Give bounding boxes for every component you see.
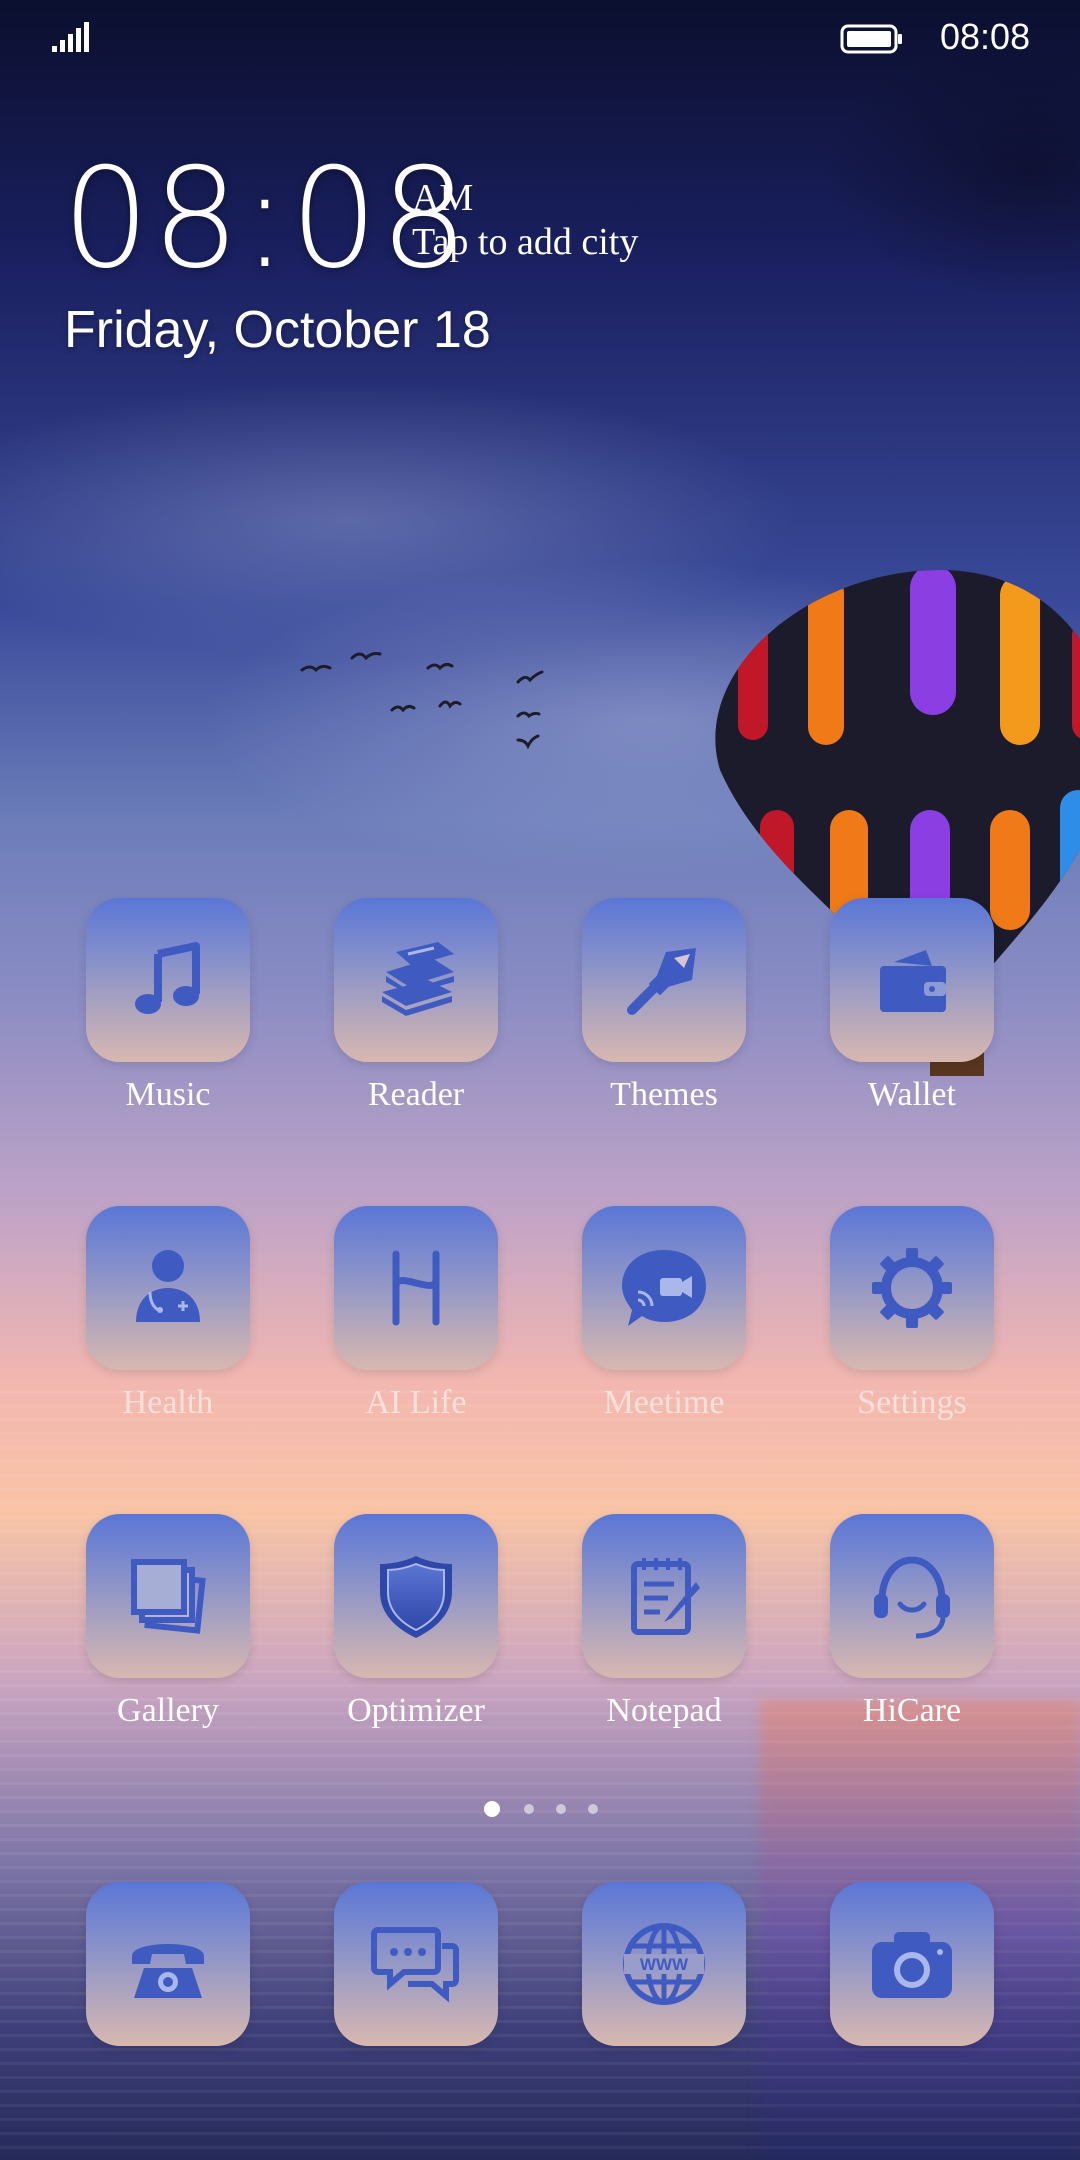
app-optimizer[interactable]: Optimizer bbox=[334, 1514, 498, 1730]
app-music-tile[interactable] bbox=[86, 898, 250, 1062]
video-chat-icon bbox=[622, 1250, 706, 1326]
shield-icon bbox=[380, 1556, 452, 1638]
app-themes[interactable]: Themes bbox=[582, 898, 746, 1114]
paintbrush-icon bbox=[627, 948, 696, 1015]
books-icon bbox=[382, 942, 454, 1016]
app-label: AI Life bbox=[365, 1384, 467, 1421]
app-gallery-tile[interactable] bbox=[86, 1514, 250, 1678]
app-label: Wallet bbox=[868, 1076, 956, 1113]
app-notepad-tile[interactable] bbox=[582, 1514, 746, 1678]
dock-camera[interactable] bbox=[830, 1882, 994, 2046]
dock-messages[interactable] bbox=[334, 1882, 498, 2046]
app-reader-tile[interactable] bbox=[334, 898, 498, 1062]
dock-phone-tile[interactable] bbox=[86, 1882, 250, 2046]
signal-bars-icon bbox=[52, 22, 89, 52]
app-gallery[interactable]: Gallery bbox=[86, 1514, 250, 1730]
app-settings[interactable]: Settings bbox=[830, 1206, 994, 1422]
dock-messages-tile[interactable] bbox=[334, 1882, 498, 2046]
status-bar: 08:08 bbox=[0, 0, 1080, 80]
app-label: Music bbox=[125, 1076, 211, 1113]
home-screen: 08:08 08:08 AM Tap to add city Friday, O… bbox=[0, 0, 1080, 2160]
app-notepad[interactable]: Notepad bbox=[582, 1514, 746, 1730]
birds-silhouette bbox=[300, 652, 544, 750]
page-dot[interactable] bbox=[524, 1804, 534, 1814]
music-note-icon bbox=[135, 942, 200, 1014]
app-label: HiCare bbox=[862, 1692, 962, 1729]
app-label: Themes bbox=[610, 1076, 718, 1113]
app-label: Notepad bbox=[606, 1692, 722, 1729]
app-reader[interactable]: Reader bbox=[334, 898, 498, 1114]
gear-icon bbox=[872, 1248, 952, 1328]
app-health[interactable]: Health bbox=[86, 1206, 250, 1422]
app-wallet[interactable]: Wallet bbox=[830, 898, 994, 1114]
app-label: Settings bbox=[857, 1384, 967, 1421]
app-hicare-tile[interactable] bbox=[830, 1514, 994, 1678]
app-settings-tile[interactable] bbox=[830, 1206, 994, 1370]
clock-date[interactable]: Friday, October 18 bbox=[64, 300, 491, 360]
app-optimizer-tile[interactable] bbox=[334, 1514, 498, 1678]
messages-icon bbox=[371, 1927, 459, 2003]
app-ai-life-tile[interactable] bbox=[334, 1206, 498, 1370]
wallet-icon bbox=[880, 950, 946, 1012]
phone-icon bbox=[132, 1944, 204, 1998]
browser-globe-icon: WWW bbox=[623, 1923, 705, 2005]
app-themes-tile[interactable] bbox=[582, 898, 746, 1062]
status-time: 08:08 bbox=[940, 16, 1031, 57]
app-label: Optimizer bbox=[347, 1692, 485, 1729]
photos-icon bbox=[131, 1559, 206, 1634]
notepad-icon bbox=[631, 1558, 700, 1635]
app-label: Meetime bbox=[603, 1384, 725, 1421]
app-label: Health bbox=[122, 1384, 214, 1421]
clock-time[interactable]: 08:08 bbox=[62, 150, 470, 288]
app-wallet-tile[interactable] bbox=[830, 898, 994, 1062]
weather-city-prompt[interactable]: Tap to add city bbox=[412, 220, 638, 264]
app-meetime[interactable]: Meetime bbox=[582, 1206, 746, 1422]
dock-camera-tile[interactable] bbox=[830, 1882, 994, 2046]
battery-full-icon bbox=[840, 24, 902, 54]
app-ai-life[interactable]: AI Life bbox=[334, 1206, 498, 1422]
app-hicare[interactable]: HiCare bbox=[830, 1514, 994, 1730]
app-health-tile[interactable] bbox=[86, 1206, 250, 1370]
dock-phone[interactable] bbox=[86, 1882, 250, 2046]
headset-icon bbox=[874, 1556, 950, 1639]
app-meetime-tile[interactable] bbox=[582, 1206, 746, 1370]
dock-browser[interactable]: WWW bbox=[582, 1882, 746, 2046]
page-dot-active[interactable] bbox=[484, 1801, 500, 1817]
svg-text:WWW: WWW bbox=[640, 1955, 689, 1974]
page-dot[interactable] bbox=[588, 1804, 598, 1814]
doctor-icon bbox=[136, 1250, 200, 1322]
dock-browser-tile[interactable]: WWW bbox=[582, 1882, 746, 2046]
app-label: Gallery bbox=[117, 1692, 219, 1729]
clock-ampm: AM bbox=[412, 177, 474, 219]
app-label: Reader bbox=[367, 1076, 465, 1113]
page-dot[interactable] bbox=[556, 1804, 566, 1814]
ai-life-icon bbox=[392, 1250, 440, 1326]
app-music[interactable]: Music bbox=[86, 898, 250, 1114]
camera-icon bbox=[872, 1932, 952, 1998]
